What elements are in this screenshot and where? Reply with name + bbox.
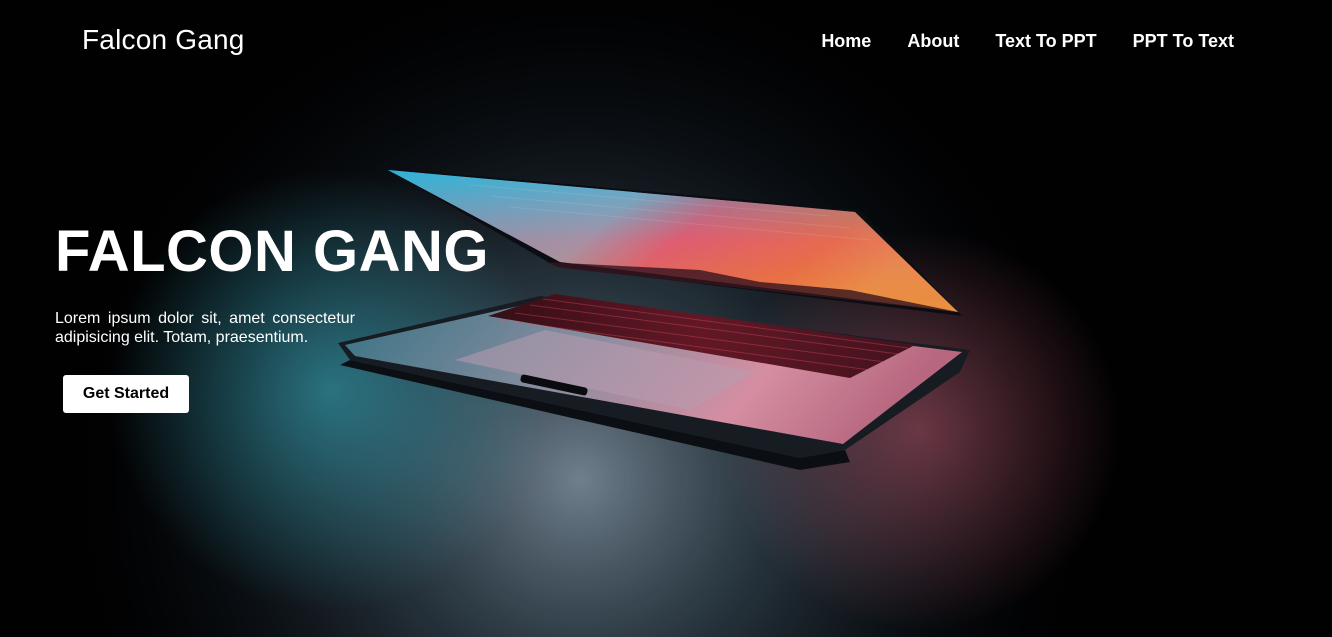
brand-logo[interactable]: Falcon Gang	[82, 24, 245, 56]
nav-link-ppt-to-text[interactable]: PPT To Text	[1133, 31, 1234, 52]
nav-link-text-to-ppt[interactable]: Text To PPT	[995, 31, 1096, 52]
nav-link-home[interactable]: Home	[821, 31, 871, 52]
hero-title: FALCON GANG	[55, 219, 490, 284]
hero-description: Lorem ipsum dolor sit, amet consectetur …	[55, 310, 355, 346]
navbar: Falcon Gang Home About Text To PPT PPT T…	[0, 0, 1332, 84]
nav-link-about[interactable]: About	[907, 31, 959, 52]
get-started-button[interactable]: Get Started	[63, 375, 189, 413]
landing-page: Falcon Gang Home About Text To PPT PPT T…	[0, 0, 1332, 637]
nav-links: Home About Text To PPT PPT To Text	[821, 31, 1234, 52]
